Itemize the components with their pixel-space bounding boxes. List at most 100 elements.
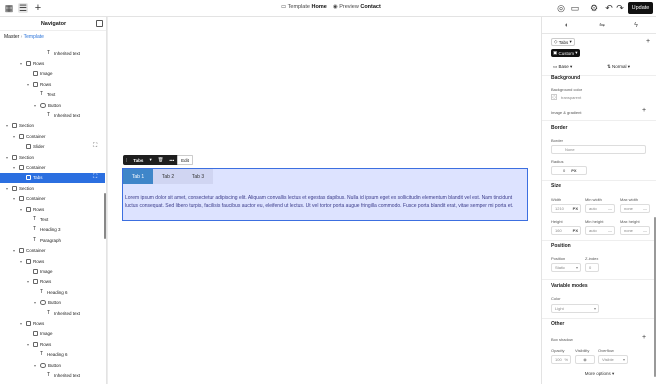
tree-item[interactable]: ▾ Section [0, 121, 105, 131]
element-chip[interactable]: ◇ Tabs ▾ [551, 38, 575, 46]
tree-caret-icon[interactable]: ▾ [27, 279, 32, 284]
element-name[interactable]: Tabs [130, 158, 146, 163]
tree-caret-icon[interactable]: ▾ [27, 342, 32, 347]
tree-item[interactable]: ▾ Rows [0, 277, 105, 287]
tree-item[interactable]: ▾ Container [0, 131, 105, 141]
tree-item[interactable]: ▾ Rows [0, 256, 105, 266]
tree-item[interactable]: Slider ⛶ [0, 142, 105, 152]
template-selector[interactable]: Template Home [288, 4, 327, 10]
add-class-icon[interactable]: + [646, 38, 650, 45]
min-height-input[interactable]: auto — [585, 226, 615, 235]
collapse-panel-icon[interactable] [96, 20, 103, 27]
update-button[interactable]: Update [628, 2, 653, 14]
style-tab-icon[interactable]: ◐ [561, 20, 573, 30]
add-icon[interactable]: + [33, 3, 43, 14]
tree-item[interactable]: ▾ Container [0, 194, 105, 204]
tree-item[interactable]: T Heading 6 [0, 287, 105, 297]
tree-caret-icon[interactable]: ▾ [20, 259, 25, 264]
tabs-component[interactable]: Tab 1 Tab 2 Tab 3 Lorem ipsum dolor sit … [122, 168, 528, 221]
delete-icon[interactable]: 🗑 [155, 157, 167, 163]
more-icon[interactable]: ••• [166, 158, 177, 163]
interactions-tab-icon[interactable]: ϟ [630, 20, 642, 30]
tree-item[interactable]: ▾ Button [0, 100, 105, 110]
max-height-input[interactable]: none — [620, 226, 650, 235]
tree-caret-icon[interactable]: ▾ [13, 196, 18, 201]
tree-item[interactable]: ▾ Button [0, 298, 105, 308]
tree-caret-icon[interactable]: ▾ [6, 186, 11, 191]
tree-item[interactable]: ▾ Rows [0, 58, 105, 68]
overflow-select[interactable]: Visible ▾ [598, 355, 628, 364]
crumb-template[interactable]: Template [24, 34, 44, 40]
background-color-value[interactable]: transparent [561, 95, 581, 100]
more-options-button[interactable]: More options ▾ [542, 371, 656, 377]
border-select[interactable]: None [551, 145, 646, 154]
tree-item[interactable]: T Text [0, 214, 105, 224]
tree-item[interactable]: T Paragraph [0, 235, 105, 245]
radius-input[interactable]: 0 PX [551, 166, 587, 175]
tree-item[interactable]: Image [0, 69, 105, 79]
navigator-scrollbar[interactable] [104, 193, 106, 239]
tree-caret-icon[interactable]: ▾ [20, 321, 25, 326]
tree-caret-icon[interactable]: ▾ [6, 155, 11, 160]
style-chip[interactable]: ▣ Custom ▾ [551, 49, 580, 57]
focus-icon[interactable]: ⛶ [93, 143, 97, 150]
crumb-master[interactable]: Master [4, 34, 19, 40]
grid-icon[interactable]: ▦ [4, 3, 14, 13]
tab-2[interactable]: Tab 2 [153, 169, 183, 184]
eye-toggle-icon[interactable]: ◎ [556, 3, 566, 13]
transparent-swatch[interactable] [551, 94, 557, 100]
tree-caret-icon[interactable]: ▾ [20, 207, 25, 212]
color-mode-select[interactable]: Light ▾ [551, 304, 599, 313]
desktop-icon[interactable]: ▭ [570, 3, 580, 13]
tree-item[interactable]: ▾ Rows [0, 339, 105, 349]
tree-item[interactable]: ▾ Section [0, 152, 105, 162]
tab-3[interactable]: Tab 3 [183, 169, 213, 184]
settings-tab-icon[interactable]: ⇋ [596, 20, 608, 30]
tree-caret-icon[interactable]: ▾ [13, 248, 18, 253]
settings-icon[interactable]: ⚙ [589, 3, 599, 13]
base-selector[interactable]: ▭ Base ▾ [553, 64, 572, 70]
tree-item-selected[interactable]: Tabs ⛶ [0, 172, 105, 184]
tree-caret-icon[interactable]: ▾ [27, 82, 32, 87]
max-width-input[interactable]: none — [620, 204, 650, 213]
focus-icon[interactable]: ⛶ [93, 174, 97, 181]
redo-icon[interactable]: ↷ [615, 3, 625, 13]
tree-item[interactable]: T Heading 6 [0, 350, 105, 360]
tree-caret-icon[interactable]: ▾ [34, 300, 39, 305]
tree-item[interactable]: ▾ Container [0, 162, 105, 172]
tree-caret-icon[interactable]: ▾ [34, 103, 39, 108]
element-menu-caret-icon[interactable]: ▾ [146, 157, 154, 163]
tree-item[interactable]: Image [0, 266, 105, 276]
tree-item[interactable]: ▾ Rows [0, 318, 105, 328]
tree-item[interactable]: ▾ Rows [0, 204, 105, 214]
tree-item[interactable]: ▾ Button [0, 360, 105, 370]
z-index-input[interactable]: 0 [585, 263, 599, 272]
undo-icon[interactable]: ↶ [604, 3, 614, 13]
add-background-icon[interactable]: + [642, 107, 646, 114]
tree-item[interactable]: T Inherited text [0, 48, 105, 58]
tree-caret-icon[interactable]: ▾ [34, 363, 39, 368]
tree-item[interactable]: ▾ Rows [0, 79, 105, 89]
visibility-toggle[interactable]: ◉ [575, 355, 595, 364]
tree-item[interactable]: Image [0, 329, 105, 339]
tree-item[interactable]: T Heading 3 [0, 225, 105, 235]
layers-icon[interactable]: ☰ [18, 3, 28, 13]
width-input[interactable]: 1210 PX [551, 204, 581, 213]
height-input[interactable]: 160 PX [551, 226, 581, 235]
tree-item[interactable]: T Inherited text [0, 110, 105, 120]
min-width-input[interactable]: auto — [585, 204, 615, 213]
tree-caret-icon[interactable]: ▾ [6, 123, 11, 128]
add-box-shadow-icon[interactable]: + [642, 334, 646, 341]
edit-button[interactable]: Edit [177, 155, 193, 165]
tab-1[interactable]: Tab 1 [123, 169, 153, 184]
tree-item[interactable]: T Inherited text [0, 308, 105, 318]
preview-selector[interactable]: Preview Contact [339, 4, 381, 10]
opacity-input[interactable]: 100% [551, 355, 571, 364]
tree-caret-icon[interactable]: ▾ [20, 61, 25, 66]
tree-caret-icon[interactable]: ▾ [13, 134, 18, 139]
tree-item[interactable]: ▾ Container [0, 246, 105, 256]
tree-caret-icon[interactable]: ▾ [13, 165, 18, 170]
position-select[interactable]: Static ▾ [551, 263, 581, 272]
tree-item[interactable]: T Text [0, 90, 105, 100]
state-selector[interactable]: ⇅ Normal ▾ [607, 64, 630, 70]
